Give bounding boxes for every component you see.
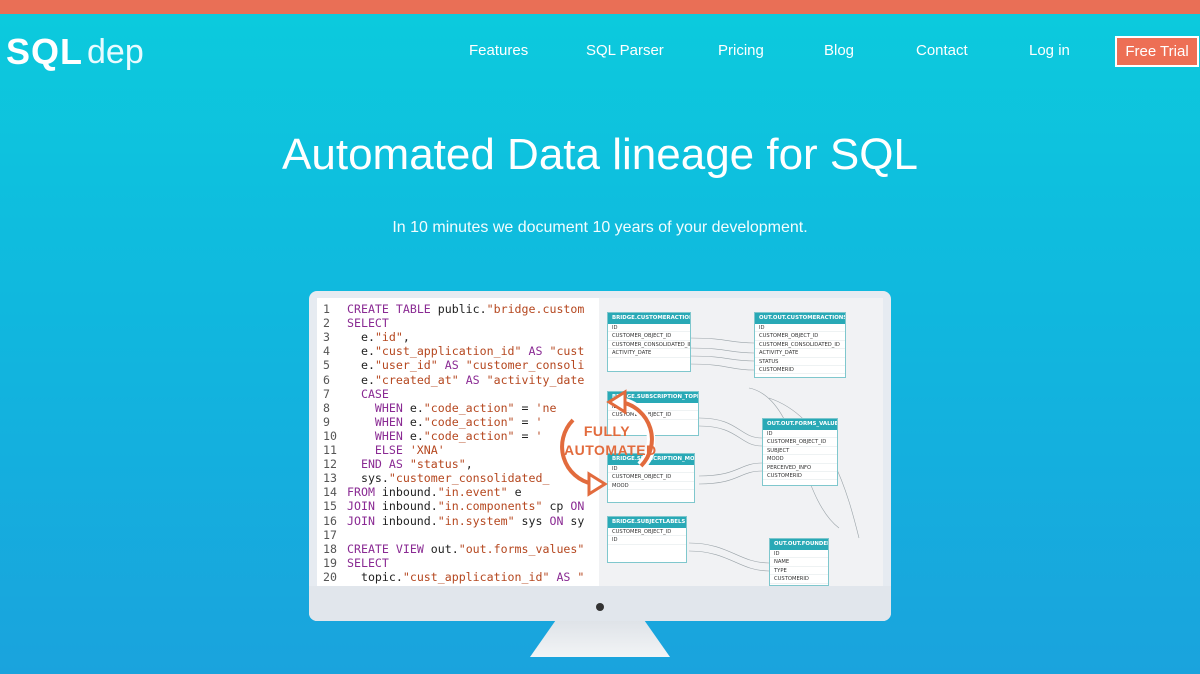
code-text: JOIN inbound."in.components" cp ON xyxy=(347,499,585,514)
free-trial-button[interactable]: Free Trial xyxy=(1115,36,1199,67)
code-line: 4 e."cust_application_id" AS "cust xyxy=(317,344,599,358)
code-text: topic."cust_application_id" AS " xyxy=(360,569,585,584)
nav-pricing[interactable]: Pricing xyxy=(718,42,764,59)
code-text: JOIN inbound."in.system" sys ON sy xyxy=(347,513,585,528)
code-text: END AS "status", xyxy=(360,457,473,472)
line-number: 6 xyxy=(323,372,330,387)
code-text: CREATE VIEW out."out.forms_values" xyxy=(347,541,585,556)
code-text: sys."customer_consolidated_ xyxy=(360,471,550,486)
line-number: 2 xyxy=(323,316,330,331)
code-line: 1 CREATE TABLE public."bridge.custom xyxy=(317,302,599,316)
code-line: 13 sys."customer_consolidated_ xyxy=(317,471,599,485)
line-number: 14 xyxy=(323,485,337,500)
diagram-table[interactable]: OUT.OUT.CUSTOMERACTIONS ID CUSTOMER_OBJE… xyxy=(754,312,846,378)
code-text: ELSE 'XNA' xyxy=(374,443,445,457)
line-number: 11 xyxy=(323,443,337,457)
nav-blog[interactable]: Blog xyxy=(824,42,854,59)
sql-code-pane: 1 CREATE TABLE public."bridge.custom 2 SELE… xyxy=(317,298,599,586)
line-number: 20 xyxy=(323,569,337,584)
line-number: 17 xyxy=(323,527,337,542)
code-line: 18 CREATE VIEW out."out.forms_values" xyxy=(317,542,599,556)
code-text: WHEN e."code_action" = ' xyxy=(374,414,543,429)
line-number: 12 xyxy=(323,457,337,472)
fully-automated-badge: FULLY AUTOMATED xyxy=(564,423,657,458)
code-line: 19 SELECT xyxy=(317,556,599,570)
code-text: SELECT xyxy=(347,316,389,331)
code-line: 11 ELSE 'XNA' xyxy=(317,443,599,457)
code-line: 6 e."created_at" AS "activity_date xyxy=(317,373,599,387)
line-number: 18 xyxy=(323,541,337,556)
code-line: 14 FROM inbound."in.event" e xyxy=(317,485,599,499)
code-line: 3 e."id", xyxy=(317,330,599,344)
line-number: 8 xyxy=(323,400,330,415)
code-line: 20 topic."cust_application_id" AS " xyxy=(317,570,599,584)
line-number: 9 xyxy=(323,414,330,429)
nav-features[interactable]: Features xyxy=(469,42,528,59)
code-line: 8 WHEN e."code_action" = 'ne xyxy=(317,401,599,415)
nav-sql-parser[interactable]: SQL Parser xyxy=(586,42,664,59)
code-text: CASE xyxy=(360,386,389,401)
line-number: 1 xyxy=(323,302,330,316)
diagram-table[interactable]: OUT.OUT.FOUNDER ID NAME TYPE CUSTOMERID xyxy=(769,538,829,586)
code-text: FROM inbound."in.event" e xyxy=(347,485,522,500)
line-number: 3 xyxy=(323,330,330,345)
code-text: e."cust_application_id" AS "cust xyxy=(360,344,585,359)
code-line: 12 END AS "status", xyxy=(317,457,599,471)
code-text: WHEN e."code_action" = ' xyxy=(374,428,543,443)
code-line: 7 CASE xyxy=(317,387,599,401)
line-number: 7 xyxy=(323,386,330,401)
code-text: e."created_at" AS "activity_date xyxy=(360,372,585,387)
code-line: 10 WHEN e."code_action" = ' xyxy=(317,429,599,443)
line-number: 5 xyxy=(323,358,330,373)
hero-title: Automated Data lineage for SQL xyxy=(282,130,918,179)
diagram-table[interactable]: OUT.OUT.FORMS_VALUES ID CUSTOMER_OBJECT_… xyxy=(762,418,838,486)
code-line: 2 SELECT xyxy=(317,316,599,330)
line-number: 10 xyxy=(323,428,337,443)
top-accent-bar xyxy=(0,0,1200,14)
code-line: 5 e."user_id" AS "customer_consoli xyxy=(317,358,599,372)
code-line: 15 JOIN inbound."in.components" cp ON xyxy=(317,499,599,513)
monitor-camera-dot xyxy=(596,603,604,611)
code-text: e."id", xyxy=(360,330,410,345)
code-text: SELECT xyxy=(347,555,389,570)
diagram-table[interactable]: BRIDGE.SUBJECTLABELS CUSTOMER_OBJECT_ID … xyxy=(607,516,687,563)
line-number: 15 xyxy=(323,499,337,514)
code-text: CREATE TABLE public."bridge.custom xyxy=(347,302,585,316)
main-nav: Features SQL Parser Pricing Blog Contact… xyxy=(0,36,1200,66)
monitor-stand xyxy=(530,621,670,657)
nav-login[interactable]: Log in xyxy=(1029,42,1070,59)
code-line: 9 WHEN e."code_action" = ' xyxy=(317,415,599,429)
diagram-table[interactable]: BRIDGE.CUSTOMERACTIONS ID CUSTOMER_OBJEC… xyxy=(607,312,691,372)
hero-subtitle: In 10 minutes we document 10 years of yo… xyxy=(392,219,808,236)
monitor-screen: 1 CREATE TABLE public."bridge.custom 2 SELE… xyxy=(317,298,883,586)
line-number: 19 xyxy=(323,555,337,570)
line-number: 13 xyxy=(323,471,337,486)
nav-contact[interactable]: Contact xyxy=(916,42,968,59)
line-number: 4 xyxy=(323,344,330,359)
line-number: 16 xyxy=(323,513,337,528)
code-text: WHEN e."code_action" = 'ne xyxy=(374,400,557,415)
code-text: e."user_id" AS "customer_consoli xyxy=(360,358,585,373)
code-line: 16 JOIN inbound."in.system" sys ON sy xyxy=(317,514,599,528)
code-line: 17 xyxy=(317,528,599,542)
